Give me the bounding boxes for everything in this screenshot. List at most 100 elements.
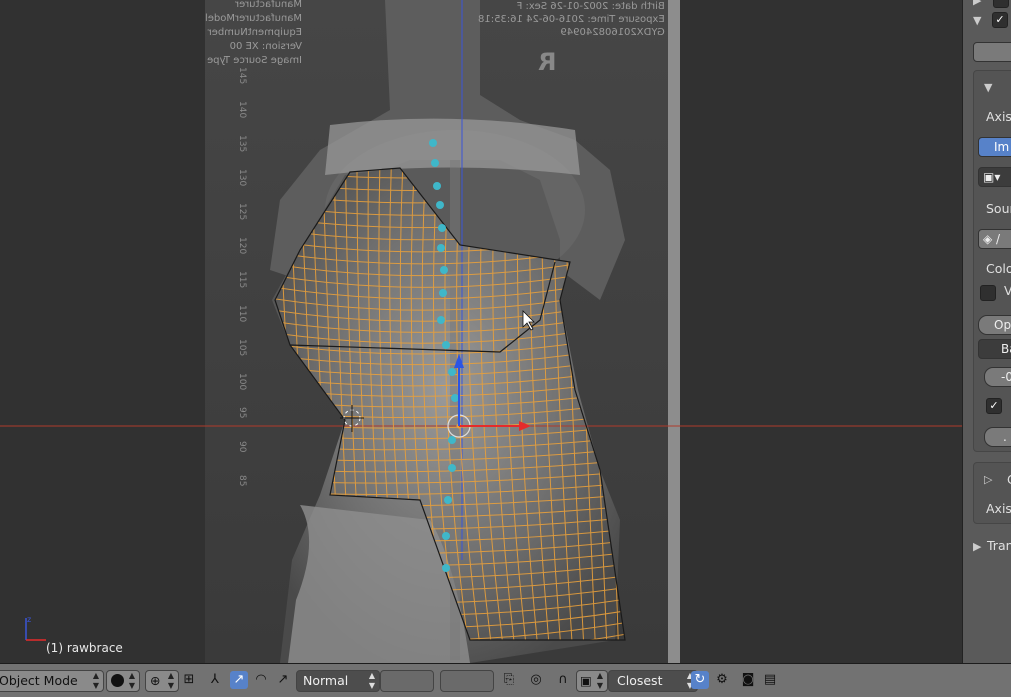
camera-icon[interactable]: ◙ <box>739 671 757 689</box>
expand-triangle-icon[interactable]: ▼ <box>984 81 992 94</box>
image-button[interactable]: Im <box>978 137 1011 157</box>
axis-label-2: Axis <box>986 501 1011 516</box>
layers-grid-2[interactable] <box>440 670 494 692</box>
cube-icon: ▣ <box>580 673 592 688</box>
spine-dot[interactable] <box>444 496 452 504</box>
snap-align-icon[interactable]: ↻ <box>691 671 709 689</box>
snap-project-icon[interactable]: ⚙ <box>713 671 731 689</box>
translate-icon[interactable]: ↗ <box>230 671 248 689</box>
snap-element-selector[interactable]: ▣ ▲ ▼ <box>576 670 608 692</box>
checkbox[interactable] <box>993 0 1009 8</box>
layers-grid-1[interactable] <box>380 670 434 692</box>
mode-label: Object Mode <box>0 673 78 688</box>
xray-left-text: Manufacturer ManufacturerModel Equipment… <box>205 0 302 68</box>
spine-dot[interactable] <box>448 436 456 444</box>
spine-dot[interactable] <box>429 139 437 147</box>
spine-dot[interactable] <box>431 159 439 167</box>
ruler-number: 125 <box>237 203 247 221</box>
xray-text-line: Version: XE 00 <box>229 41 303 52</box>
pivot-point-icon[interactable]: ⊞ <box>180 671 198 689</box>
rotate-icon[interactable]: ◠ <box>252 671 270 689</box>
spine-dot[interactable] <box>442 532 450 540</box>
spine-dot[interactable] <box>442 564 450 572</box>
number-field[interactable]: -0 <box>984 367 1011 387</box>
xray-text-line: Exposure Time: 2016-06-24 16:35:18 <box>478 14 665 25</box>
image-browse-button[interactable]: ▣▾ <box>978 167 1011 187</box>
shading-selector[interactable]: ▲ ▼ <box>106 670 140 692</box>
xray-text-line: Manufacturer <box>235 0 303 10</box>
panel-button[interactable] <box>973 42 1011 62</box>
spine-dot[interactable] <box>437 244 445 252</box>
sub-panel-label: C <box>1007 472 1011 492</box>
xray-right-text: Birth date: 2002-01-26 Sex: F Exposure T… <box>478 0 665 39</box>
background-image-box: ▼ Axis Im ▣▾ Sour ◈ / Colo V Op Ba -0 ✓ … <box>973 70 1011 452</box>
enable-checkbox[interactable]: ✓ <box>992 12 1008 28</box>
xray-edge <box>668 0 680 663</box>
spine-dot[interactable] <box>437 316 445 324</box>
updown-arrows-icon: ▲ ▼ <box>128 671 135 690</box>
view-axis-gizmo: z <box>22 614 52 644</box>
ruler-number: 130 <box>237 169 247 187</box>
sub-panel-box: ▷ C Axis <box>973 462 1011 524</box>
v-checkbox[interactable] <box>980 285 996 301</box>
properties-panel: ▶ ▼ ✓ ▼ Axis Im ▣▾ Sour ◈ / Colo V Op Ba… <box>962 0 1011 663</box>
collapse-triangle-icon[interactable]: ▷ <box>984 473 992 486</box>
number-field-2[interactable]: . <box>984 427 1011 447</box>
orientation-selector[interactable]: Normal ▲ ▼ <box>296 670 380 692</box>
proportional-edit-icon[interactable]: ◎ <box>527 671 545 689</box>
lock-icon[interactable]: ⎘ <box>500 671 518 689</box>
updown-arrows-icon: ▲ ▼ <box>596 671 603 690</box>
file-path-field[interactable]: ◈ / <box>978 229 1011 249</box>
expand-triangle-icon[interactable]: ▼ <box>973 14 981 27</box>
ruler-number: 115 <box>237 271 247 289</box>
field-checkbox[interactable]: ✓ <box>986 398 1002 414</box>
active-object-label: (1) rawbrace <box>46 641 123 655</box>
ruler-number: 95 <box>237 407 247 419</box>
manipulator-icon[interactable]: ⅄ <box>206 671 224 689</box>
ruler-number: 120 <box>237 237 247 255</box>
ruler-number: 110 <box>237 305 247 323</box>
spine-dot[interactable] <box>442 341 450 349</box>
scale-icon[interactable]: ↗ <box>274 671 292 689</box>
spine-dot[interactable] <box>448 368 456 376</box>
3d-viewport[interactable]: Manufacturer ManufacturerModel Equipment… <box>0 0 962 663</box>
pivot-point-icon: ⊕ <box>150 673 161 688</box>
updown-arrows-icon: ▲ ▼ <box>167 671 174 690</box>
ruler-number: 100 <box>237 373 247 391</box>
clapper-icon[interactable]: ▤ <box>761 671 779 689</box>
updown-arrows-icon: ▲ ▼ <box>368 671 375 690</box>
spine-dot[interactable] <box>436 201 444 209</box>
spine-dot[interactable] <box>439 289 447 297</box>
snap-target-label: Closest <box>617 673 663 688</box>
viewport-canvas <box>0 0 962 663</box>
ba-button[interactable]: Ba <box>978 339 1011 359</box>
viewport-header: Object Mode ▲ ▼ ▲ ▼ ⊕ ▲ ▼ ⊞ ⅄ ↗ ◠ ↗ Normal … <box>0 663 1011 697</box>
xray-text-line: EquipmentNumber <box>207 27 303 38</box>
snap-target-selector[interactable]: Closest ▲ ▼ <box>608 670 698 692</box>
updown-arrows-icon: ▲ ▼ <box>92 671 99 690</box>
xray-ruler: 145 140 135 130 125 120 115 110 105 100 95 90 85 <box>232 60 252 502</box>
spine-dot[interactable] <box>448 464 456 472</box>
ruler-number: 140 <box>237 101 247 119</box>
mode-selector[interactable]: Object Mode ▲ ▼ <box>0 670 104 692</box>
collapse-triangle-icon[interactable]: ▶ <box>973 0 981 7</box>
v-label: V <box>1004 283 1011 303</box>
ruler-number: 85 <box>237 475 247 487</box>
magnet-icon[interactable]: ∩ <box>554 671 572 689</box>
spine-dot[interactable] <box>433 182 441 190</box>
xray-text-line: Birth date: 2002-01-26 Sex: F <box>516 1 665 12</box>
orientation-label: Normal <box>303 673 349 688</box>
xray-marker: R <box>538 48 557 76</box>
pivot-selector[interactable]: ⊕ ▲ ▼ <box>145 670 179 692</box>
ruler-number: 135 <box>237 135 247 153</box>
options-button[interactable]: Op <box>978 315 1011 335</box>
xray-text-line: Image Source Type <box>207 55 303 66</box>
spine-dot[interactable] <box>440 266 448 274</box>
spine-dot[interactable] <box>438 224 446 232</box>
svg-text:z: z <box>27 615 31 624</box>
ruler-number: 90 <box>237 441 247 453</box>
collapse-triangle-icon[interactable]: ▶ <box>973 540 981 553</box>
axis-label: Axis <box>986 109 1011 124</box>
spine-dot[interactable] <box>451 394 459 402</box>
transform-label: Tran <box>987 538 1011 553</box>
